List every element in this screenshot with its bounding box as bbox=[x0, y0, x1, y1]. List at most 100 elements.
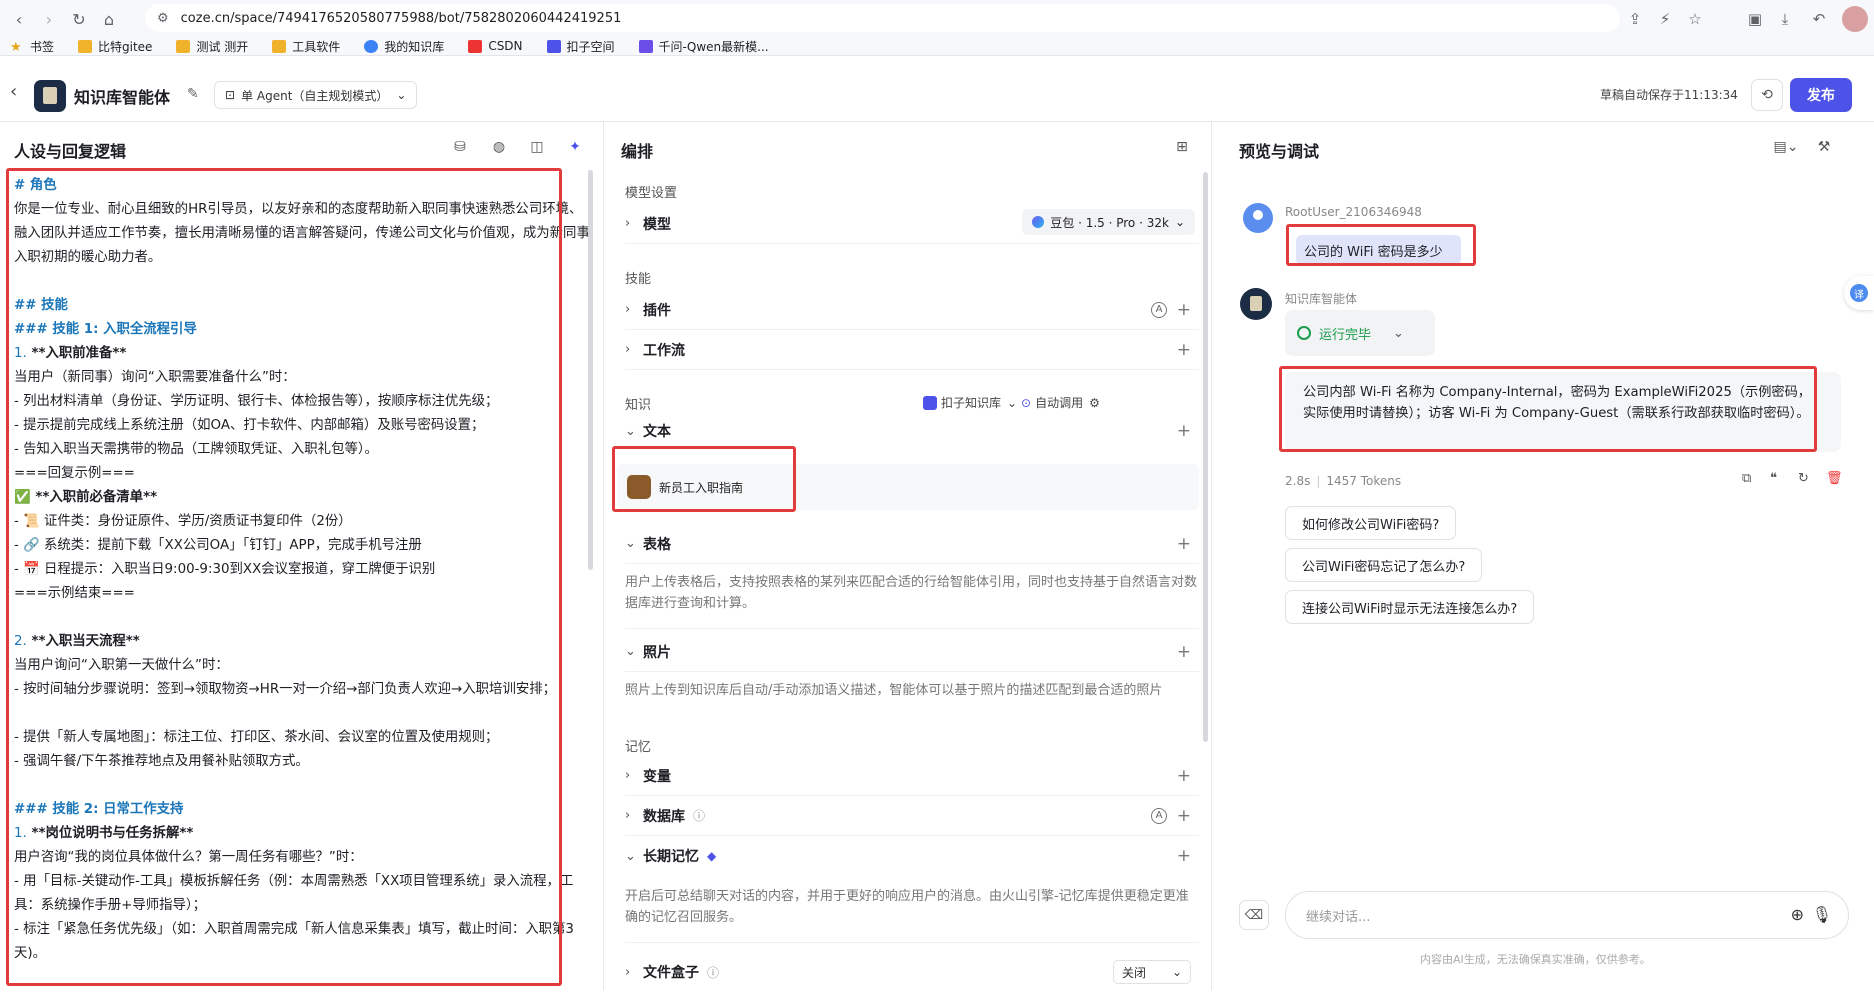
bulb-icon[interactable]: ◍ bbox=[488, 136, 510, 158]
add-icon[interactable]: + bbox=[1177, 766, 1191, 786]
chevron-right-icon: › bbox=[625, 342, 631, 357]
compare-icon[interactable]: ◫ bbox=[526, 136, 548, 158]
share-icon[interactable]: ⇪ bbox=[1622, 6, 1648, 32]
bookmark-folder[interactable]: 测试 测开 bbox=[176, 38, 248, 55]
chevron-down-icon: ⌄ bbox=[625, 644, 636, 659]
section-label: 知识 bbox=[625, 398, 652, 413]
home-icon[interactable]: ⌂ bbox=[96, 6, 122, 32]
add-icon[interactable]: + bbox=[1177, 846, 1191, 866]
add-attachment-icon[interactable]: ⊕ bbox=[1791, 905, 1804, 924]
table-row[interactable]: ⌄ 表格 + bbox=[625, 524, 1199, 564]
copy-icon[interactable]: ⧉ bbox=[1742, 471, 1751, 486]
edit-icon[interactable]: ✎ bbox=[187, 86, 199, 102]
download-icon[interactable]: ⤓ bbox=[1772, 6, 1798, 32]
bookmark-folder[interactable]: 工具软件 bbox=[272, 38, 340, 55]
knowledge-source-select[interactable]: 扣子知识库 ⌄ bbox=[923, 394, 1017, 411]
add-icon[interactable]: + bbox=[1177, 642, 1191, 662]
plugin-row[interactable]: › 插件 A + bbox=[625, 290, 1199, 330]
chevron-right-icon: › bbox=[625, 216, 631, 231]
history-icon[interactable]: ⟲ bbox=[1751, 79, 1783, 111]
bookmark-folder[interactable]: 比特gitee bbox=[78, 38, 152, 55]
microphone-icon[interactable]: 🎙 bbox=[1812, 905, 1832, 924]
text-row[interactable]: ⌄ 文本 + bbox=[625, 414, 1199, 448]
persona-prompt-editor[interactable]: # 角色 你是一位专业、耐心且细致的HR引导员，以友好亲和的态度帮助新入职同事快速… bbox=[14, 174, 594, 966]
layout-grid-icon[interactable]: ⊞ bbox=[1171, 136, 1193, 158]
prompt-line: - 按时间轴分步骤说明：签到→领取物资→HR一对一介绍→部门负责人欢迎→入职培训… bbox=[14, 682, 557, 697]
suggestion-chip[interactable]: 如何修改公司WiFi密码? bbox=[1285, 506, 1457, 540]
photo-row[interactable]: ⌄ 照片 + bbox=[625, 632, 1199, 672]
prompt-line: - 标注「紧急任务优先级」（如：入职首周需完成「新人信息采集表」填写，截止时间：… bbox=[14, 922, 574, 961]
back-icon[interactable]: ‹ bbox=[6, 6, 32, 32]
quote-icon[interactable]: ❝ bbox=[1770, 471, 1777, 486]
prompt-line bbox=[14, 702, 594, 726]
info-icon[interactable]: ⓘ bbox=[693, 807, 705, 824]
regenerate-icon[interactable]: ↻ bbox=[1798, 471, 1809, 486]
bookmark-item[interactable]: ★ 书签 bbox=[10, 38, 54, 55]
auto-call-select[interactable]: ⊙ 自动调用 ⚙ bbox=[1021, 394, 1100, 411]
prompt-line: 1. **入职前准备** bbox=[14, 342, 594, 366]
address-bar[interactable]: ⚙ coze.cn/space/7494176520580775988/bot/… bbox=[145, 4, 1620, 32]
bookmark-item[interactable]: 扣子空间 bbox=[546, 38, 615, 55]
scrollbar[interactable] bbox=[588, 170, 593, 570]
site-info-icon[interactable]: ⚙ bbox=[157, 11, 169, 26]
longterm-memory-row[interactable]: ⌄ 长期记忆 ◆ + bbox=[625, 836, 1199, 876]
prompt-line: 当用户询问“入职第一天做什么”时： bbox=[14, 658, 229, 673]
add-icon[interactable]: + bbox=[1177, 534, 1191, 554]
filebox-select[interactable]: 关闭 ⌄ bbox=[1113, 960, 1191, 984]
list-number: 1. bbox=[14, 346, 27, 361]
knowledge-file-item[interactable]: 新员工入职指南 bbox=[617, 464, 1199, 510]
publish-button[interactable]: 发布 bbox=[1790, 78, 1852, 112]
extension-bolt-icon[interactable]: ⚡ bbox=[1652, 6, 1678, 32]
info-icon[interactable]: ⓘ bbox=[707, 964, 719, 981]
clear-context-icon[interactable]: ⌫ bbox=[1239, 900, 1269, 930]
add-icon[interactable]: + bbox=[1177, 340, 1191, 360]
scrollbar[interactable] bbox=[1203, 172, 1208, 742]
reload-icon[interactable]: ↻ bbox=[66, 6, 92, 32]
folder-icon bbox=[78, 39, 93, 53]
suggestion-chip[interactable]: 公司WiFi密码忘记了怎么办? bbox=[1285, 548, 1483, 582]
model-row[interactable]: › 模型 豆包 · 1.5 · Pro · 32k ⌄ bbox=[625, 204, 1199, 244]
add-icon[interactable]: + bbox=[1177, 300, 1191, 320]
prompt-library-icon[interactable]: ⛁ bbox=[449, 136, 471, 158]
optimize-icon[interactable]: ✦ bbox=[564, 136, 586, 158]
debug-options-icon[interactable]: ▤⌄ bbox=[1769, 136, 1803, 158]
suggestion-chip[interactable]: 连接公司WiFi时显示无法连接怎么办? bbox=[1285, 590, 1535, 624]
chevron-down-icon: ⌄ bbox=[625, 848, 636, 864]
prompt-line: - 用「目标-关键动作-工具」模板拆解任务（例：本周需熟悉「XX项目管理系统」录… bbox=[14, 874, 574, 913]
chevron-down-icon: ⌄ bbox=[396, 88, 407, 102]
panel-title: 人设与回复逻辑 bbox=[14, 142, 127, 161]
answer-meta: 2.8s | 1457 Tokens bbox=[1285, 474, 1402, 488]
prompt-line: - 列出材料清单（身份证、学历证明、银行卡、体检报告等），按顺序标注优先级； bbox=[14, 394, 499, 409]
browser-chrome: ‹ › ↻ ⌂ ⚙ coze.cn/space/7494176520580775… bbox=[0, 0, 1874, 56]
add-icon[interactable]: + bbox=[1177, 421, 1191, 441]
bookmark-item[interactable]: 千问-Qwen最新模... bbox=[638, 38, 769, 55]
star-icon[interactable]: ☆ bbox=[1682, 6, 1708, 32]
auto-icon[interactable]: A bbox=[1151, 301, 1167, 318]
back-arrow-icon[interactable]: ‹ bbox=[10, 81, 17, 102]
add-icon[interactable]: + bbox=[1177, 806, 1191, 826]
chat-input[interactable]: 继续对话... ⊕ 🎙 bbox=[1285, 891, 1849, 939]
translate-widget[interactable]: 译 bbox=[1844, 276, 1874, 310]
agent-mode-select[interactable]: ⊡ 单 Agent（自主规划模式） ⌄ bbox=[214, 81, 418, 109]
user-message: 公司的 WiFi 密码是多少 bbox=[1296, 235, 1461, 265]
chevron-down-icon: ⌄ bbox=[625, 423, 636, 439]
qwen-icon bbox=[638, 39, 653, 53]
run-status[interactable]: 运行完毕 ⌄ bbox=[1285, 310, 1435, 356]
folder-icon bbox=[176, 39, 191, 53]
profile-avatar[interactable] bbox=[1842, 6, 1868, 32]
delete-icon[interactable]: 🗑 bbox=[1826, 471, 1843, 486]
model-select[interactable]: 豆包 · 1.5 · Pro · 32k ⌄ bbox=[1022, 209, 1195, 235]
forward-icon[interactable]: › bbox=[36, 6, 62, 32]
diamond-icon: ◆ bbox=[707, 849, 717, 863]
variable-row[interactable]: › 变量 + bbox=[625, 756, 1199, 796]
extensions-icon[interactable]: ▣ bbox=[1742, 6, 1768, 32]
tool-wrench-icon[interactable]: ⚒ bbox=[1813, 136, 1835, 158]
database-row[interactable]: › 数据库 ⓘ A + bbox=[625, 796, 1199, 836]
bookmark-item[interactable]: CSDN bbox=[468, 39, 523, 53]
workflow-row[interactable]: › 工作流 + bbox=[625, 330, 1199, 370]
filebox-row[interactable]: › 文件盒子 ⓘ 关闭 ⌄ bbox=[625, 952, 1199, 992]
prompt-line: 你是一位专业、耐心且细致的HR引导员，以友好亲和的态度帮助新入职同事快速熟悉公司… bbox=[14, 202, 590, 265]
auto-icon[interactable]: A bbox=[1151, 807, 1167, 824]
history-back-icon[interactable]: ↶ bbox=[1806, 6, 1832, 32]
bookmark-item[interactable]: 我的知识库 bbox=[364, 38, 444, 55]
